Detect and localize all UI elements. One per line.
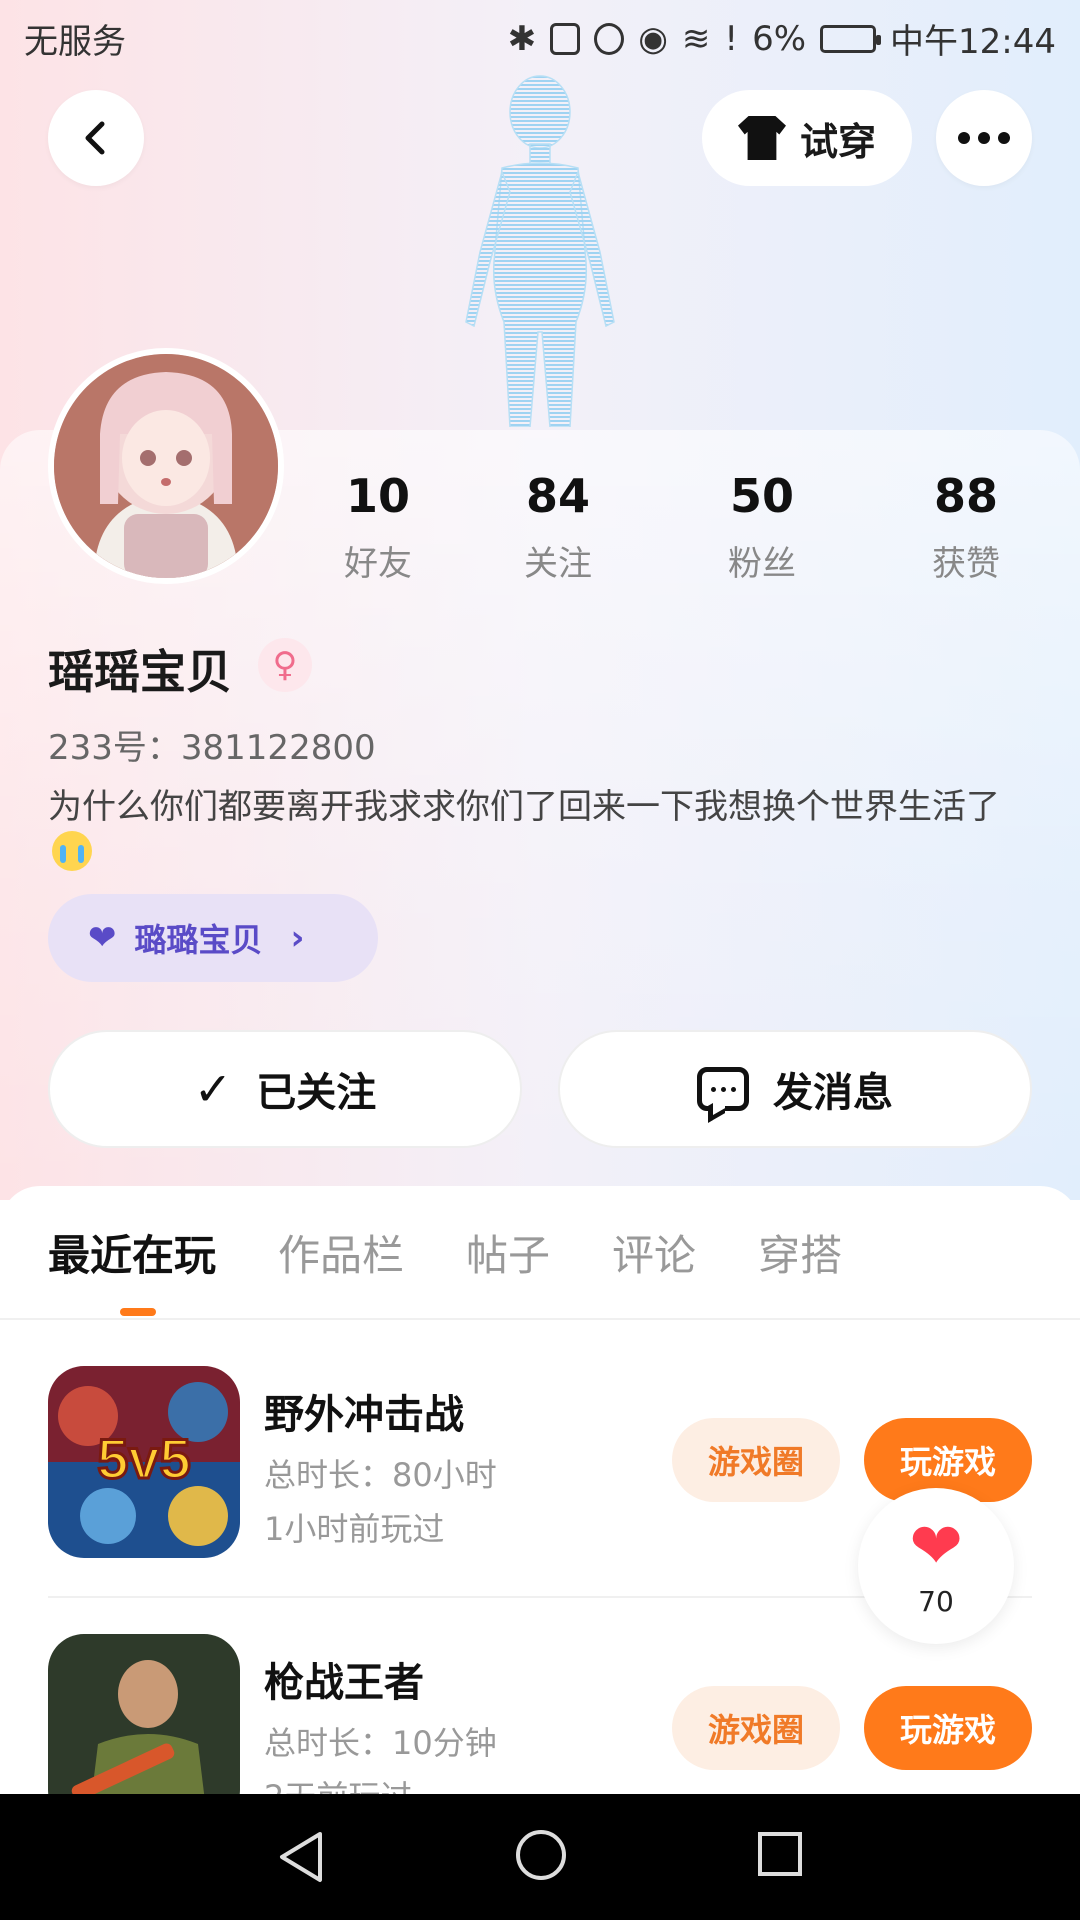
nav-back-icon[interactable] — [276, 1830, 326, 1884]
stat-label: 好友 — [344, 544, 412, 584]
nav-recents-icon[interactable] — [758, 1832, 802, 1876]
more-dots-icon — [958, 132, 1010, 144]
tab-recently-played[interactable]: 最近在玩 — [48, 1222, 216, 1283]
status-bar: 无服务 ✱ ◉ ≋ ! 6% 中午12:44 — [0, 0, 1080, 74]
profile-tabs: 最近在玩 作品栏 帖子 评论 穿搭 — [48, 1222, 842, 1283]
play-game-button[interactable]: 玩游戏 — [864, 1686, 1032, 1770]
chevron-right-icon: › — [290, 918, 305, 958]
stat-following[interactable]: 84 关注 — [488, 468, 628, 585]
stat-label: 粉丝 — [728, 544, 796, 584]
game-icon: 5v5 — [48, 1366, 240, 1558]
tab-comments[interactable]: 评论 — [612, 1222, 696, 1283]
system-nav-bar — [0, 1794, 1080, 1920]
game-name: 枪战王者 — [264, 1660, 424, 1706]
game-icon-badge: 5v5 — [97, 1427, 190, 1490]
user-id-value: 381122800 — [180, 728, 376, 768]
group-pill[interactable]: ❤ 璐璐宝贝 › — [48, 894, 378, 982]
status-icons: ✱ ◉ ≋ ! 6% 中午12:44 — [508, 14, 1056, 63]
eye-icon: ◉ — [638, 18, 668, 59]
heart-icon: ❤ — [88, 918, 117, 958]
send-message-button[interactable]: 发消息 — [558, 1030, 1032, 1148]
stat-value: 50 — [729, 469, 794, 523]
avatar[interactable] — [48, 348, 284, 584]
stat-value: 88 — [933, 469, 998, 523]
like-count: 70 — [918, 1584, 954, 1618]
tabs-divider — [0, 1318, 1080, 1320]
stat-value: 10 — [345, 469, 410, 523]
stat-friends[interactable]: 10 好友 — [308, 468, 448, 585]
shirt-icon — [737, 116, 786, 160]
game-circle-button[interactable]: 游戏圈 — [672, 1418, 840, 1502]
heart-icon: ❤ — [909, 1509, 963, 1584]
tab-outfits[interactable]: 穿搭 — [758, 1222, 842, 1283]
battery-alert-icon: ! — [724, 18, 739, 59]
nav-home-icon[interactable] — [516, 1830, 566, 1880]
carrier-text: 无服务 — [24, 22, 126, 62]
avatar-illustration — [54, 354, 278, 578]
try-on-button[interactable]: 试穿 — [702, 90, 912, 186]
stat-label: 获赞 — [932, 544, 1000, 584]
game-name: 野外冲击战 — [264, 1392, 464, 1438]
bluetooth-icon: ✱ — [507, 18, 537, 59]
clock: 中午12:44 — [890, 22, 1056, 62]
game-duration: 总时长：80小时 — [264, 1456, 497, 1494]
game-last-played: 1小时前玩过 — [264, 1510, 445, 1548]
female-icon: ♀ — [258, 638, 312, 692]
chat-bubble-icon — [697, 1067, 749, 1111]
group-label: 璐璐宝贝 — [134, 921, 263, 959]
following-button[interactable]: ✓ 已关注 — [48, 1030, 522, 1148]
battery-icon — [820, 24, 882, 53]
wifi-icon: ≋ — [681, 18, 711, 59]
tab-works[interactable]: 作品栏 — [278, 1222, 404, 1283]
chevron-left-icon — [85, 121, 105, 155]
stat-likes[interactable]: 88 获赞 — [896, 468, 1036, 585]
crying-emoji-icon — [52, 830, 92, 871]
vibrate-icon — [550, 22, 581, 55]
stat-fans[interactable]: 50 粉丝 — [692, 468, 832, 585]
like-floating-button[interactable]: ❤ 70 — [858, 1488, 1014, 1644]
username: 瑶瑶宝贝 — [48, 645, 232, 699]
tab-posts[interactable]: 帖子 — [466, 1222, 550, 1283]
send-message-label: 发消息 — [773, 1070, 893, 1116]
following-label: 已关注 — [256, 1070, 377, 1116]
check-icon: ✓ — [193, 1062, 233, 1116]
try-on-label: 试穿 — [799, 119, 876, 164]
stat-label: 关注 — [524, 544, 592, 584]
bio: 为什么你们都要离开我求求你们了回来一下我想换个世界生活了 — [48, 786, 1038, 871]
game-circle-button[interactable]: 游戏圈 — [672, 1686, 840, 1770]
user-id-label: 233号： — [48, 728, 181, 768]
bio-text: 为什么你们都要离开我求求你们了回来一下我想换个世界生活了 — [48, 787, 1000, 827]
tab-indicator — [120, 1308, 156, 1316]
game-duration: 总时长：10分钟 — [264, 1724, 497, 1762]
stat-value: 84 — [525, 469, 590, 523]
back-button[interactable] — [48, 90, 144, 186]
battery-percent: 6% — [752, 18, 807, 59]
alarm-icon — [594, 22, 625, 55]
user-id[interactable]: 233号：381122800 — [48, 720, 376, 769]
more-button[interactable] — [936, 90, 1032, 186]
avatar-hologram — [465, 75, 615, 427]
